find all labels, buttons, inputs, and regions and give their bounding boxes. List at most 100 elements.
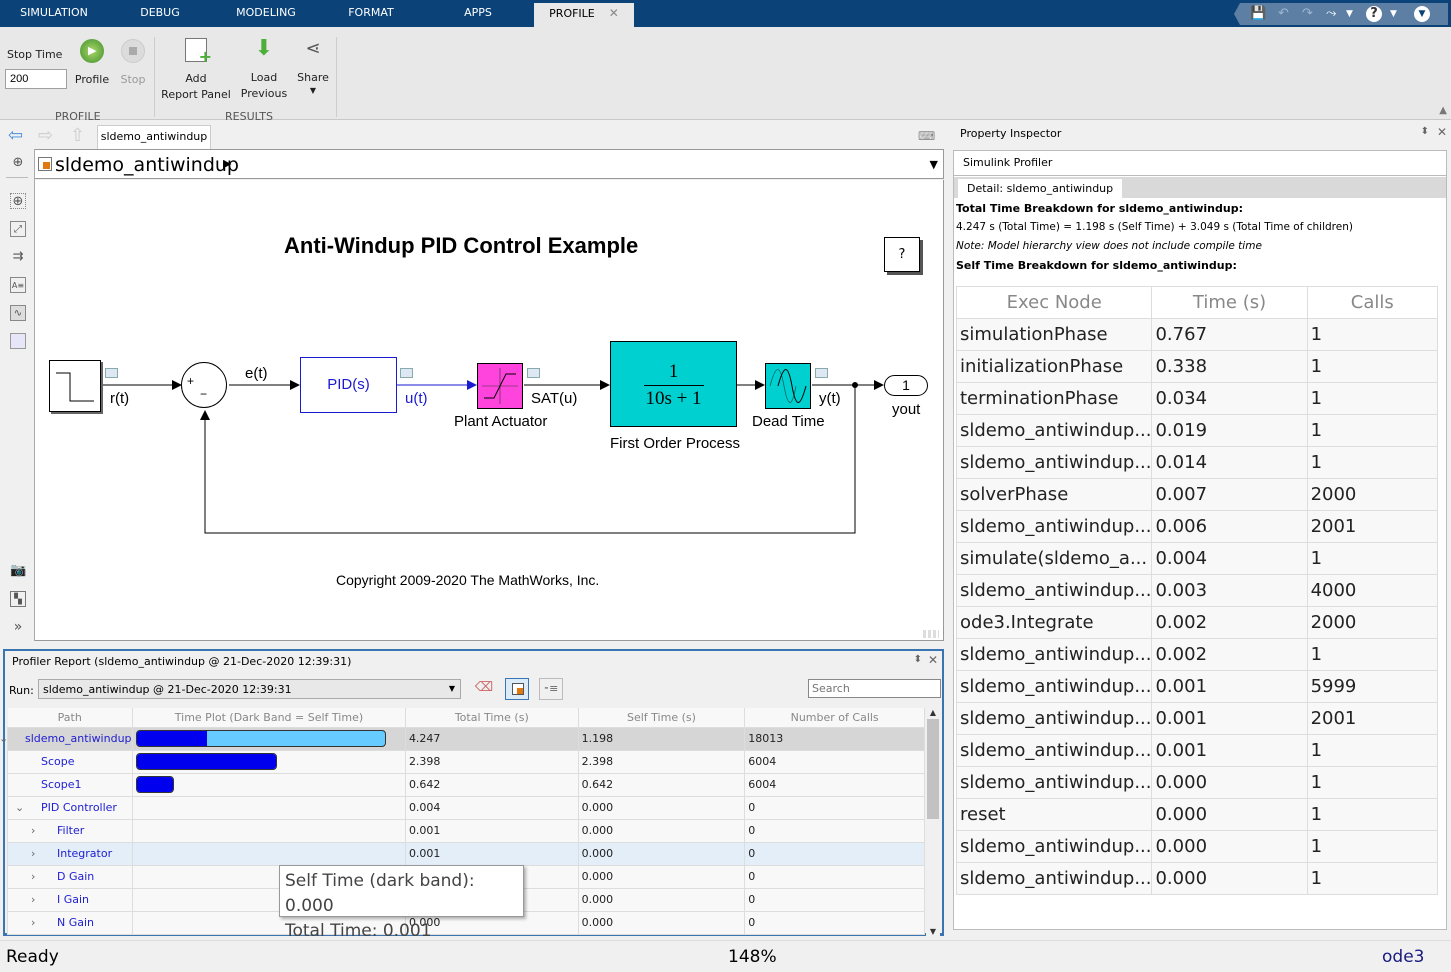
profile-button[interactable]: ▶ Profile xyxy=(74,37,110,88)
property-inspector-toggle-icon[interactable]: ▚ xyxy=(10,591,26,607)
table-row[interactable]: sldemo_antiwindup... 0.003 4000 xyxy=(955,574,1439,607)
row-path[interactable]: ⌄ sldemo_antiwindup xyxy=(0,726,133,751)
step-block[interactable] xyxy=(49,360,101,412)
expand-icon[interactable]: › xyxy=(31,870,35,883)
table-row[interactable]: Scope 2.398 2.398 6004 xyxy=(7,749,925,774)
dead-time-block[interactable] xyxy=(765,363,811,409)
col-calls[interactable]: Calls xyxy=(1306,286,1439,319)
model-breadcrumb[interactable]: sldemo_antiwindup xyxy=(55,154,239,176)
route-lines-icon[interactable]: ⇉ xyxy=(10,249,26,265)
time-plot-cell[interactable] xyxy=(131,841,406,866)
row-path[interactable]: › N Gain xyxy=(7,910,133,935)
forward-arrow-icon[interactable]: ⇨ xyxy=(38,125,53,146)
time-plot-cell[interactable] xyxy=(131,726,406,751)
expand-icon[interactable]: › xyxy=(31,893,35,906)
row-path[interactable]: › D Gain xyxy=(7,864,133,889)
eraser-icon[interactable]: ⌫ xyxy=(472,680,496,698)
camera-icon[interactable]: 📷 xyxy=(10,563,26,579)
detail-tab[interactable]: Detail: sldemo_antiwindup xyxy=(958,179,1123,198)
table-row[interactable]: sldemo_antiwindup... 0.000 1 xyxy=(955,862,1439,895)
table-row[interactable]: › Integrator 0.001 0.000 0 xyxy=(7,841,925,866)
solver-name[interactable]: ode3 xyxy=(1382,947,1424,967)
scrollbar-thumb[interactable] xyxy=(927,719,939,819)
shortcut-icon[interactable]: ⤳ xyxy=(1326,6,1336,21)
stop-time-input[interactable] xyxy=(5,69,67,89)
tab-format[interactable]: FORMAT xyxy=(335,0,407,27)
vertical-scrollbar[interactable]: ▲ ▼ xyxy=(926,708,940,936)
collapse-icon[interactable]: ⌄ xyxy=(0,732,8,745)
expand-icon[interactable]: › xyxy=(31,916,35,929)
row-path[interactable]: › Filter xyxy=(7,818,133,843)
table-row[interactable]: simulate(sldemo_a... 0.004 1 xyxy=(955,542,1439,575)
close-icon[interactable]: ✕ xyxy=(1437,125,1447,139)
time-bar[interactable] xyxy=(135,730,386,747)
zoom-in-icon[interactable]: ⊕ xyxy=(10,193,26,209)
resize-grip-icon[interactable] xyxy=(923,630,939,638)
scroll-up-icon[interactable]: ▲ xyxy=(926,708,940,717)
up-arrow-icon[interactable]: ⇧ xyxy=(70,125,85,146)
close-icon[interactable]: ✕ xyxy=(928,653,938,667)
row-path[interactable]: Scope1 xyxy=(7,772,133,797)
tab-profile[interactable]: PROFILE ✕ xyxy=(534,3,634,27)
col-total-time[interactable]: Total Time (s) xyxy=(405,708,579,727)
image-icon[interactable]: ∿ xyxy=(10,305,26,321)
table-row[interactable]: Scope1 0.642 0.642 6004 xyxy=(7,772,925,797)
collapse-icon[interactable]: ⌄ xyxy=(15,801,24,814)
time-plot-cell[interactable] xyxy=(131,795,406,820)
table-row[interactable]: sldemo_antiwindup... 0.001 1 xyxy=(955,734,1439,767)
close-icon[interactable]: ✕ xyxy=(609,6,619,20)
pin-icon[interactable]: ⬍ xyxy=(914,654,922,665)
time-plot-cell[interactable] xyxy=(131,772,406,797)
tab-apps[interactable]: APPS xyxy=(447,0,509,27)
hide-explorer-icon[interactable]: ⊕ xyxy=(10,155,26,171)
expand-tree-icon[interactable]: ⁃≡ xyxy=(539,678,563,700)
row-path[interactable]: Scope xyxy=(7,749,133,774)
table-row[interactable]: reset 0.000 1 xyxy=(955,798,1439,831)
table-row[interactable]: solverPhase 0.007 2000 xyxy=(955,478,1439,511)
tab-debug[interactable]: DEBUG xyxy=(122,0,198,27)
row-path[interactable]: › I Gain xyxy=(7,887,133,912)
table-row[interactable]: sldemo_antiwindup... 0.001 5999 xyxy=(955,670,1439,703)
breadcrumb-arrow-icon[interactable]: ▶ xyxy=(223,157,231,170)
undo-icon[interactable]: ↶ xyxy=(1278,6,1289,21)
row-path[interactable]: ⌄ PID Controller xyxy=(7,795,133,820)
annotation-icon[interactable]: A≡ xyxy=(10,277,26,293)
highlight-model-button[interactable] xyxy=(505,678,529,700)
help-icon[interactable]: ? xyxy=(1366,6,1382,22)
pid-controller-block[interactable]: PID(s) xyxy=(300,357,397,413)
table-row[interactable]: sldemo_antiwindup... 0.006 2001 xyxy=(955,510,1439,543)
table-row[interactable]: simulationPhase 0.767 1 xyxy=(955,318,1439,351)
fit-to-view-icon[interactable]: ⤢ xyxy=(10,221,26,237)
add-report-panel-button[interactable]: + Add Report Panel xyxy=(160,37,232,103)
expand-icon[interactable]: » xyxy=(10,619,26,635)
stop-button[interactable]: Stop xyxy=(117,37,149,88)
run-select[interactable]: sldemo_antiwindup @ 21-Dec-2020 12:39:31… xyxy=(38,679,461,699)
table-row[interactable]: sldemo_antiwindup... 0.001 2001 xyxy=(955,702,1439,735)
expand-icon[interactable]: › xyxy=(31,847,35,860)
chevron-down-icon[interactable]: ▼ xyxy=(1346,9,1353,19)
table-row[interactable]: ode3.Integrate 0.002 2000 xyxy=(955,606,1439,639)
scroll-down-icon[interactable]: ▼ xyxy=(926,927,940,936)
area-icon[interactable] xyxy=(10,333,26,349)
tab-simulation[interactable]: SIMULATION xyxy=(10,0,98,27)
pin-icon[interactable]: ⬍ xyxy=(1421,126,1429,137)
share-button[interactable]: ⋖ Share ▼ xyxy=(294,37,332,95)
table-row[interactable]: ⌄ sldemo_antiwindup 4.247 1.198 18013 xyxy=(0,726,925,751)
keyboard-icon[interactable]: ⌨ xyxy=(918,129,935,143)
back-arrow-icon[interactable]: ⇦ xyxy=(8,125,23,146)
time-plot-cell[interactable] xyxy=(131,818,406,843)
table-row[interactable]: ⌄ PID Controller 0.004 0.000 0 xyxy=(7,795,925,820)
sum-block[interactable]: + − xyxy=(181,362,227,408)
col-exec-node[interactable]: Exec Node xyxy=(955,286,1153,319)
collapse-ribbon-icon[interactable]: ▲ xyxy=(1439,105,1447,116)
table-row[interactable]: sldemo_antiwindup... 0.019 1 xyxy=(955,414,1439,447)
table-row[interactable]: sldemo_antiwindup... 0.000 1 xyxy=(955,830,1439,863)
first-order-process-block[interactable]: 1 10s + 1 xyxy=(610,341,737,427)
chevron-down-icon[interactable]: ▼ xyxy=(294,86,332,95)
col-calls[interactable]: Number of Calls xyxy=(744,708,925,727)
chevron-down-icon[interactable]: ▼ xyxy=(930,158,938,171)
outport-block[interactable]: 1 xyxy=(884,375,928,396)
table-row[interactable]: terminationPhase 0.034 1 xyxy=(955,382,1439,415)
expand-icon[interactable]: › xyxy=(31,824,35,837)
table-row[interactable]: › Filter 0.001 0.000 0 xyxy=(7,818,925,843)
